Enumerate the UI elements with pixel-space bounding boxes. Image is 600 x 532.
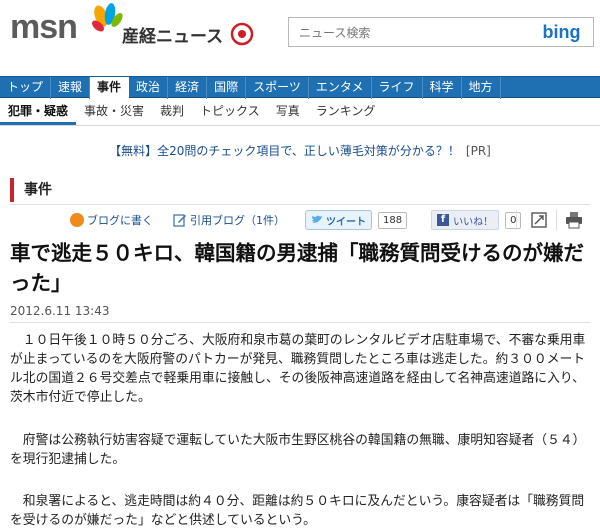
sankei-news-title[interactable]: 産経ニュース (122, 22, 223, 47)
subnav-item-accidents[interactable]: 事故・災害 (76, 98, 152, 125)
bing-logo: bing (542, 21, 581, 42)
bing-search-button[interactable]: bing (530, 17, 594, 47)
nav-item-local[interactable]: 地方 (462, 77, 501, 99)
nav-item-life[interactable]: ライフ (372, 77, 423, 99)
tweet-button[interactable]: ツイート (305, 210, 372, 230)
nav-item-entertainment[interactable]: エンタメ (309, 77, 372, 99)
main-nav: トップ 速報 事件 政治 経済 国際 スポーツ エンタメ ライフ 科学 地方 (0, 76, 600, 99)
subnav-item-ranking[interactable]: ランキング (308, 98, 384, 125)
site-header: msn 産経ニュース bing (0, 0, 600, 76)
nav-item-politics[interactable]: 政治 (129, 77, 169, 99)
share-expand-icon[interactable] (530, 211, 548, 229)
quote-blog-link[interactable]: 引用ブログ（1件） (173, 212, 285, 228)
search-input[interactable] (297, 19, 531, 47)
share-toolbar: ブログに書く 引用ブログ（1件） ツイート 188 f いいね！ 0 (70, 209, 522, 231)
article-headline: 車で逃走５０キロ、韓国籍の男逮捕「職務質問受けるのが嫌だった」 (10, 241, 584, 295)
pr-ad-link[interactable]: 【無料】全20問のチェック項目で、正しい薄毛対策が分かる？！ (109, 144, 460, 158)
twitter-bird-icon (312, 215, 322, 223)
nav-item-international[interactable]: 国際 (207, 77, 247, 99)
nav-item-economy[interactable]: 経済 (168, 77, 208, 99)
blog-write-label: ブログに書く (87, 214, 153, 227)
blog-write-link[interactable]: ブログに書く (70, 212, 153, 228)
subnav-item-photos[interactable]: 写真 (268, 98, 308, 125)
search-field[interactable] (288, 17, 531, 47)
msn-wordmark: msn (10, 8, 78, 46)
subnav-item-trials[interactable]: 裁判 (152, 98, 192, 125)
pr-tag: [PR] (465, 144, 491, 158)
sankei-logo-icon (230, 22, 254, 46)
tweet-count: 188 (378, 211, 408, 229)
divider (10, 204, 590, 205)
article-date: 2012.6.11 13:43 (10, 304, 110, 318)
print-icon[interactable] (565, 211, 583, 229)
pr-ad: 【無料】全20問のチェック項目で、正しい薄毛対策が分かる？！ [PR] (0, 142, 600, 159)
facebook-icon: f (437, 214, 450, 226)
sub-nav: 犯罪・疑惑 事故・災害 裁判 トピックス 写真 ランキング (0, 98, 600, 126)
nav-item-breaking[interactable]: 速報 (51, 77, 91, 99)
facebook-like-button[interactable]: f いいね！ (431, 210, 500, 230)
article-paragraph: 府警は公務執行妨害容疑で運転していた大阪市生野区桃谷の韓国籍の無職、康明知容疑者… (10, 433, 586, 467)
like-count: 0 (505, 211, 522, 229)
edit-icon (173, 214, 186, 227)
article-paragraph: 和泉署によると、逃走時間は約４０分、距離は約５０キロに及んだという。康容疑者は「… (10, 494, 585, 528)
tweet-label: ツイート (326, 216, 366, 228)
nav-item-science[interactable]: 科学 (423, 77, 462, 99)
nav-item-sports[interactable]: スポーツ (246, 77, 309, 99)
msn-butterfly-icon (92, 3, 123, 32)
divider (10, 322, 590, 323)
article-paragraph: １０日午後１０時５０分ごろ、大阪府和泉市葛の葉町のレンタルビデオ店駐車場で、不審… (10, 333, 586, 405)
toolbar-divider (516, 210, 517, 230)
section-title: 事件 (10, 178, 590, 202)
blog-icon (70, 213, 84, 227)
nav-item-incidents[interactable]: 事件 (90, 77, 130, 99)
msn-logo[interactable]: msn (10, 3, 123, 46)
like-label: いいね！ (453, 216, 494, 228)
subnav-item-topics[interactable]: トピックス (192, 98, 268, 125)
nav-item-top[interactable]: トップ (0, 77, 52, 99)
toolbar-divider (556, 210, 557, 230)
quote-blog-label: 引用ブログ（1件） (190, 214, 285, 227)
subnav-item-crime[interactable]: 犯罪・疑惑 (0, 98, 77, 125)
